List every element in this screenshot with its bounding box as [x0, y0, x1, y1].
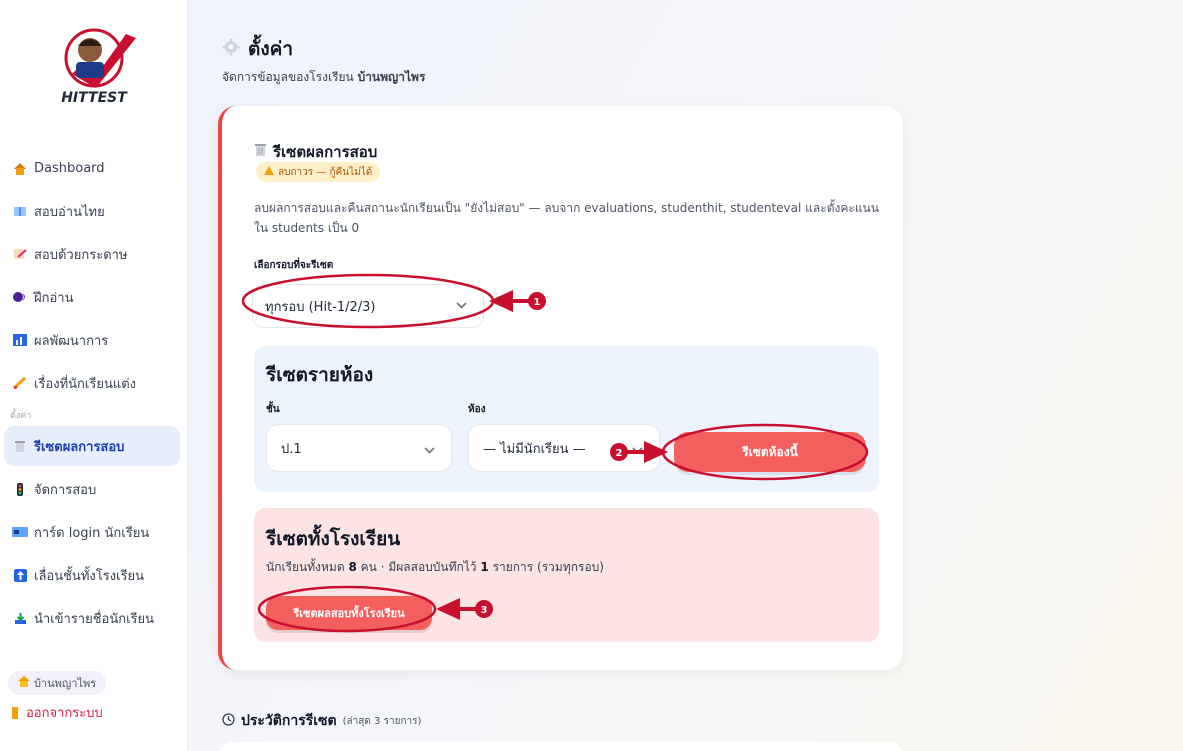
sidebar-item-thai-reading-test[interactable]: สอบอ่านไทย: [4, 191, 180, 231]
trash-icon: [12, 439, 28, 453]
sidebar-nav: Dashboard สอบอ่านไทย สอบด้วยกระดาษ ฝึกอ่…: [0, 146, 188, 641]
chart-icon: [12, 333, 28, 347]
subtitle-prefix: จัดการข้อมูลของโรงเรียน: [222, 70, 354, 84]
page-header: ตั้งค่า จัดการข้อมูลของโรงเรียน บ้านพญาไ…: [222, 34, 425, 87]
sidebar-item-label: สอบด้วยกระดาษ: [34, 247, 128, 263]
warning-badge: ลบถาวร — กู้คืนไม่ได้: [256, 162, 381, 182]
sidebar-item-manage-tests[interactable]: จัดการสอบ: [4, 469, 180, 509]
room-label: ห้อง: [468, 404, 486, 415]
svg-text:HITTEST: HITTEST: [61, 90, 128, 106]
school-name: บ้านพญาไพร: [34, 677, 97, 690]
sidebar: HITTEST Dashboard สอบอ่านไทย สอบด้วยกระด…: [0, 0, 188, 751]
sidebar-item-student-stories[interactable]: เรื่องที่นักเรียนแต่ง: [4, 363, 180, 403]
sidebar-item-progress[interactable]: ผลพัฒนาการ: [4, 320, 180, 360]
gear-icon: [222, 38, 240, 61]
reset-school-button[interactable]: รีเซตผลสอบทั้งโรงเรียน: [266, 596, 432, 630]
sidebar-item-label: จัดการสอบ: [34, 482, 97, 498]
id-card-icon: [12, 525, 28, 539]
book-icon: [12, 204, 28, 218]
up-arrow-icon: [12, 568, 28, 582]
sidebar-item-label: เลื่อนชั้นทั้งโรงเรียน: [34, 568, 144, 584]
history-title: ประวัติการรีเซต: [241, 713, 337, 729]
card-title-text: รีเซตผลการสอบ: [273, 143, 378, 161]
chevron-down-icon: [632, 444, 643, 457]
school-badge: บ้านพญาไพร: [8, 671, 107, 695]
chevron-down-icon: [424, 444, 435, 457]
school-section-description: นักเรียนทั้งหมด 8 คน · มีผลสอบบันทึกไว้ …: [266, 558, 604, 577]
grade-select-value: ป.1: [281, 441, 302, 457]
page-subtitle: จัดการข้อมูลของโรงเรียน บ้านพญาไพร: [222, 68, 425, 87]
sidebar-item-label: เรื่องที่นักเรียนแต่ง: [34, 376, 137, 392]
logout-label: ออกจากระบบ: [26, 706, 103, 721]
warning-text: ลบถาวร — กู้คืนไม่ได้: [278, 166, 373, 178]
sidebar-item-label: Dashboard: [34, 160, 105, 176]
sidebar-item-import-students[interactable]: นำเข้ารายชื่อนักเรียน: [4, 598, 180, 638]
desc-part: นักเรียนทั้งหมด: [266, 560, 345, 574]
room-select[interactable]: — ไม่มีนักเรียน —: [468, 424, 660, 472]
sidebar-item-label: นำเข้ารายชื่อนักเรียน: [34, 611, 155, 627]
page-title: ตั้งค่า: [222, 34, 425, 64]
reset-history-heading: ประวัติการรีเซต (ล่าสุด 3 รายการ): [222, 710, 421, 732]
sidebar-item-label: รีเซตผลการสอบ: [34, 439, 125, 455]
sidebar-item-reset-results[interactable]: รีเซตผลการสอบ: [4, 426, 180, 466]
sidebar-item-label: ฝึกอ่าน: [34, 290, 74, 306]
desc-part: คน · มีผลสอบบันทึกไว้: [360, 560, 477, 574]
reset-by-room-section: รีเซตรายห้อง ชั้น ห้อง ป.1 — ไม่มีนักเรี…: [254, 346, 879, 492]
round-select-label: เลือกรอบที่จะรีเซต: [254, 260, 334, 271]
reset-room-button[interactable]: รีเซตห้องนี้: [674, 432, 866, 472]
sidebar-item-dashboard[interactable]: Dashboard: [4, 148, 180, 188]
grade-label: ชั้น: [266, 404, 280, 415]
traffic-icon: [12, 482, 28, 496]
paper-icon: [12, 247, 28, 261]
school-icon: [18, 676, 30, 690]
student-count: 8: [348, 560, 357, 574]
speak-icon: [12, 290, 28, 304]
pen-icon: [12, 376, 28, 390]
sidebar-item-practice-reading[interactable]: ฝึกอ่าน: [4, 277, 180, 317]
warning-icon: [264, 166, 274, 178]
settings-section-label: ตั้งค่า: [10, 411, 32, 421]
record-count: 1: [480, 560, 489, 574]
round-select[interactable]: ทุกรอบ (Hit-1/2/3): [252, 284, 484, 328]
grade-select[interactable]: ป.1: [266, 424, 452, 472]
sidebar-item-promote-school[interactable]: เลื่อนชั้นทั้งโรงเรียน: [4, 555, 180, 595]
door-icon: [12, 706, 18, 719]
card-description: ลบผลการสอบและคืนสถานะนักเรียนเป็น "ยังไม…: [254, 201, 879, 235]
sidebar-item-paper-test[interactable]: สอบด้วยกระดาษ: [4, 234, 180, 274]
import-icon: [12, 611, 28, 625]
chevron-down-icon: [456, 299, 467, 312]
trash-icon: [254, 143, 267, 161]
school-section-title: รีเซตทั้งโรงเรียน: [266, 528, 401, 550]
reset-results-card: รีเซตผลการสอบ ลบถาวร — กู้คืนไม่ได้ ลบผล…: [218, 106, 903, 670]
reset-whole-school-section: รีเซตทั้งโรงเรียน นักเรียนทั้งหมด 8 คน ·…: [254, 508, 879, 642]
subtitle-school: บ้านพญาไพร: [357, 70, 426, 84]
history-note: (ล่าสุด 3 รายการ): [342, 715, 422, 727]
room-select-value: — ไม่มีนักเรียน —: [483, 441, 586, 457]
desc-part: รายการ (รวมทุกรอบ): [492, 560, 604, 574]
clock-icon: [222, 712, 235, 730]
logout-button[interactable]: ออกจากระบบ: [12, 702, 103, 723]
sidebar-item-label: ผลพัฒนาการ: [34, 333, 109, 349]
hittest-logo: HITTEST: [61, 28, 136, 106]
card-title: รีเซตผลการสอบ: [254, 140, 377, 164]
room-section-title: รีเซตรายห้อง: [266, 364, 374, 386]
history-card: [218, 742, 903, 751]
home-icon: [12, 161, 28, 175]
sidebar-item-label: สอบอ่านไทย: [34, 204, 105, 220]
round-select-value: ทุกรอบ (Hit-1/2/3): [265, 299, 376, 315]
page-title-text: ตั้งค่า: [248, 38, 293, 60]
sidebar-item-login-cards[interactable]: การ์ด login นักเรียน: [4, 512, 180, 552]
sidebar-item-label: การ์ด login นักเรียน: [34, 525, 150, 541]
